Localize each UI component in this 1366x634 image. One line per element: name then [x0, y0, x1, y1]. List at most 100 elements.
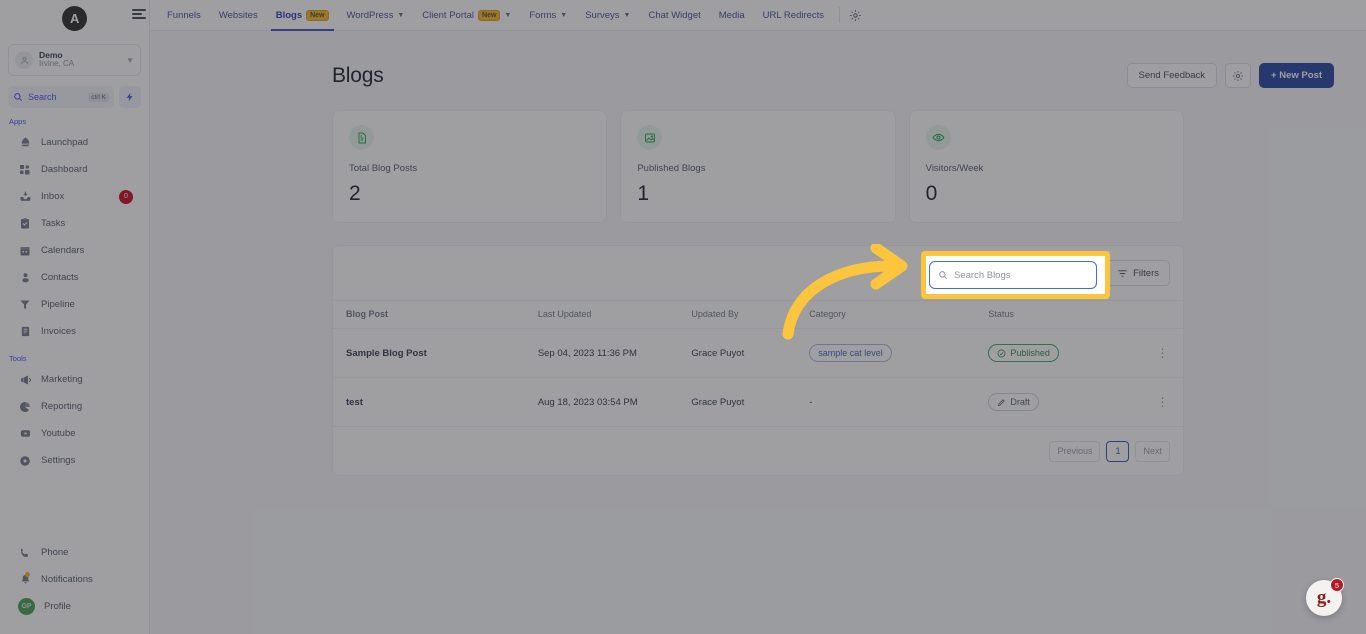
tab-forms[interactable]: Forms ▼	[520, 0, 576, 31]
search-placeholder: Search Blogs	[954, 269, 1011, 281]
tab-media[interactable]: Media	[710, 0, 754, 31]
agency-switcher[interactable]: Demo Irvine, CA ▼	[8, 44, 141, 76]
pagination-previous-button[interactable]: Previous	[1049, 440, 1101, 462]
status-label: Draft	[1010, 397, 1030, 407]
pagination-next-button[interactable]: Next	[1135, 440, 1170, 462]
check-circle-icon	[997, 349, 1006, 357]
agency-text: Demo Irvine, CA	[39, 51, 120, 68]
sidebar-item-label: Reporting	[41, 401, 83, 412]
sidebar-item-marketing[interactable]: Marketing	[0, 366, 149, 393]
brand-logo[interactable]: A	[62, 5, 87, 31]
tab-surveys[interactable]: Surveys ▼	[576, 0, 639, 31]
chevron-down-icon: ▼	[560, 11, 568, 19]
highlighted-search-input[interactable]: Search Blogs	[929, 261, 1097, 289]
brand-row: A	[0, 0, 149, 36]
status-badge: Published	[988, 344, 1059, 362]
search-blogs-input-focused[interactable]: Search Blogs	[929, 261, 1097, 289]
pencil-icon	[998, 398, 1006, 406]
tab-blogs[interactable]: Blogs New	[267, 0, 338, 31]
stat-card-visitors-week: Visitors/Week 0	[908, 110, 1184, 223]
lightning-bolt-icon	[126, 92, 133, 102]
sidebar-item-tasks[interactable]: Tasks	[0, 210, 149, 237]
page-settings-button[interactable]	[1225, 63, 1252, 88]
sidebar-search-button[interactable]: Search ctrl K	[8, 86, 114, 108]
sidebar-item-profile[interactable]: GP Profile	[0, 593, 149, 620]
table-row[interactable]: Sample Blog Post Sep 04, 2023 11:36 PM G…	[333, 328, 1183, 378]
category-badge: sample cat level	[809, 344, 892, 362]
column-header-updated-by[interactable]: Updated By	[691, 300, 810, 329]
stat-value: 0	[925, 182, 938, 205]
tab-label: Chat Widget	[648, 9, 701, 21]
tab-wordpress[interactable]: WordPress ▼	[338, 0, 414, 31]
gear-icon	[1233, 70, 1244, 81]
sidebar-item-label: Inbox	[41, 191, 65, 202]
new-post-button[interactable]: + New Post	[1259, 63, 1334, 88]
eye-icon	[925, 125, 951, 150]
avatar: GP	[18, 598, 35, 615]
column-header-last-updated[interactable]: Last Updated	[537, 300, 692, 329]
sidebar-item-pipeline[interactable]: Pipeline	[0, 291, 149, 318]
stat-value: 2	[349, 182, 361, 205]
sidebar-item-phone[interactable]: Phone	[0, 539, 149, 566]
cell-actions: ⋮	[1142, 377, 1183, 427]
search-shortcut: ctrl K	[88, 92, 109, 102]
tab-label: URL Redirects	[762, 9, 825, 21]
tab-label: Surveys	[585, 9, 620, 21]
filters-label: Filters	[1133, 267, 1159, 279]
blogs-table: Blog Post Last Updated Updated By Catego…	[333, 300, 1183, 427]
sidebar-item-calendars[interactable]: Calendars	[0, 237, 149, 264]
sidebar-item-inbox[interactable]: Inbox 0	[0, 183, 149, 210]
table-row[interactable]: test Aug 18, 2023 03:54 PM Grace Puyot -…	[333, 377, 1183, 427]
tab-chat-widget[interactable]: Chat Widget	[639, 0, 709, 31]
sidebar-item-notifications[interactable]: Notifications	[0, 566, 149, 593]
sidebar-item-invoices[interactable]: Invoices	[0, 318, 149, 345]
cell-category: sample cat level	[809, 328, 989, 378]
tab-url-redirects[interactable]: URL Redirects	[754, 0, 833, 31]
send-feedback-button[interactable]: Send Feedback	[1126, 63, 1218, 88]
chevron-down-icon: ▼	[623, 11, 631, 19]
gear-icon[interactable]	[846, 6, 864, 24]
search-icon	[939, 271, 948, 280]
sidebar-item-dashboard[interactable]: Dashboard	[0, 156, 149, 183]
grid-icon	[18, 163, 32, 177]
cell-updated-by: Grace Puyot	[691, 328, 810, 378]
column-header-status[interactable]: Status	[988, 300, 1142, 329]
sidebar-item-reporting[interactable]: Reporting	[0, 393, 149, 420]
tab-label: Funnels	[167, 9, 201, 21]
sidebar-item-label: Launchpad	[41, 137, 89, 148]
page-title: Blogs	[332, 63, 384, 87]
chevron-down-icon: ▼	[397, 11, 405, 19]
hamburger-icon[interactable]	[132, 9, 146, 19]
kebab-menu-icon[interactable]: ⋮	[1142, 347, 1183, 359]
inbox-unread-badge: 0	[119, 189, 133, 204]
support-widget-button[interactable]: g. 5	[1306, 578, 1344, 616]
status-label: Published	[1010, 348, 1050, 358]
filters-button[interactable]: Filters	[1106, 260, 1170, 286]
tab-label: Media	[718, 9, 745, 21]
pie-chart-icon	[18, 400, 32, 414]
pagination-page-1[interactable]: 1	[1106, 440, 1130, 462]
column-header-category[interactable]: Category	[809, 300, 989, 329]
search-icon	[14, 93, 23, 102]
stat-card-published-blogs: Published Blogs 1	[620, 110, 896, 223]
tab-client-portal[interactable]: Client Portal New ▼	[413, 0, 520, 31]
sidebar-item-label: Marketing	[41, 374, 83, 385]
sidebar-item-youtube[interactable]: Youtube	[0, 420, 149, 447]
kebab-menu-icon[interactable]: ⋮	[1142, 396, 1183, 408]
sidebar-item-launchpad[interactable]: Launchpad	[0, 129, 149, 156]
funnel-icon	[18, 298, 32, 312]
tab-websites[interactable]: Websites	[210, 0, 267, 31]
sidebar-item-settings[interactable]: Settings	[0, 447, 149, 474]
sidebar-item-contacts[interactable]: Contacts	[0, 264, 149, 291]
sidebar-item-label: Pipeline	[41, 299, 75, 310]
column-header-blog-post[interactable]: Blog Post	[333, 300, 538, 329]
sidebar-item-label: Notifications	[41, 574, 93, 585]
app-root: A Demo Irvine, CA ▼ Search ctrl K Apps L…	[0, 0, 1366, 634]
sidebar-search-row: Search ctrl K	[8, 86, 141, 108]
quick-actions-button[interactable]	[119, 86, 141, 108]
rocket-icon	[18, 136, 32, 150]
user-icon	[18, 271, 32, 285]
tab-funnels[interactable]: Funnels	[158, 0, 210, 31]
tab-label: Client Portal	[422, 9, 475, 21]
